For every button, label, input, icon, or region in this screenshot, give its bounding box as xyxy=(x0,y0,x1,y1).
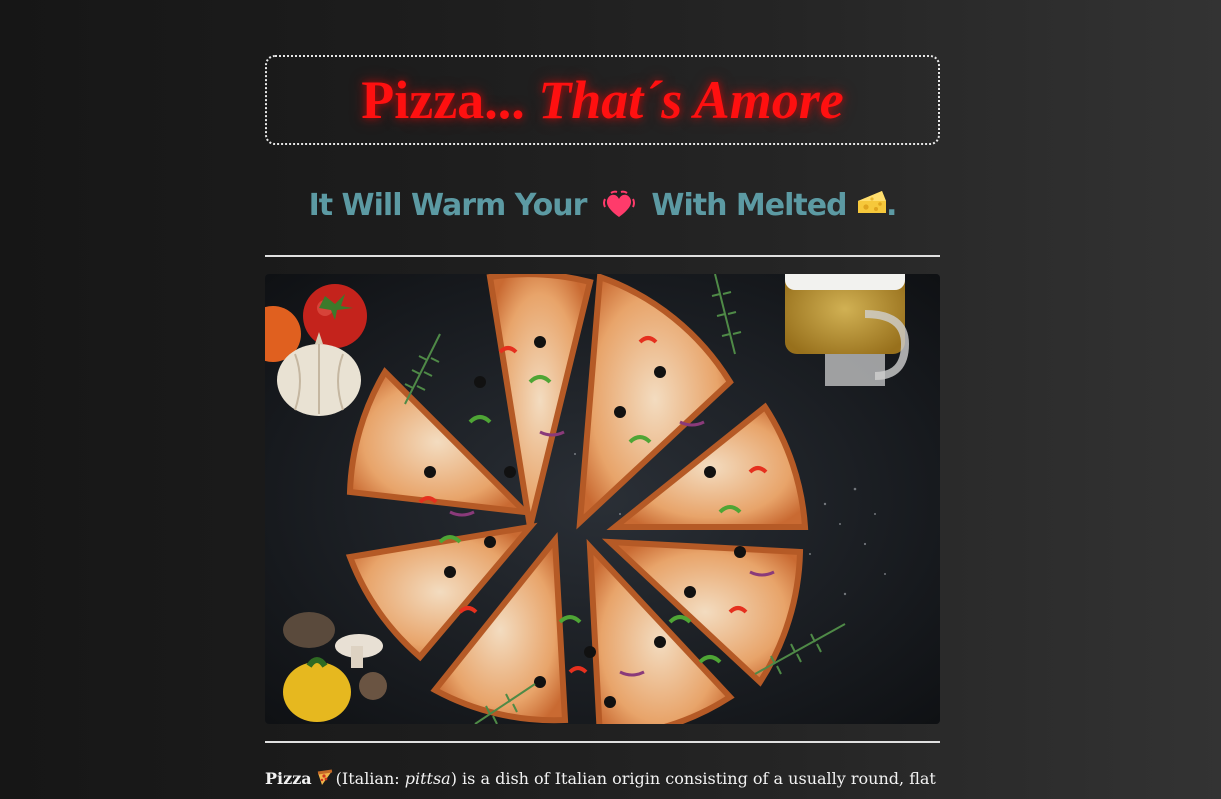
title-main: Pizza... xyxy=(361,70,525,130)
intro-paren-open: (Italian: xyxy=(335,769,405,788)
intro-italic: pittsa xyxy=(404,769,451,788)
page-subtitle: It Will Warm Your With Melted . xyxy=(265,186,940,227)
subtitle-part2: With Melted xyxy=(651,188,847,223)
intro-bold: Pizza xyxy=(265,769,312,788)
title-box: Pizza... That´s Amore xyxy=(265,55,940,145)
intro-rest: ) is a dish of Italian origin consisting… xyxy=(450,769,936,788)
pizza-photo xyxy=(265,274,940,724)
heart-icon xyxy=(602,187,636,227)
intro-paragraph: Pizza (Italian: pittsa) is a dish of Ital… xyxy=(265,766,940,792)
subtitle-part1: It Will Warm Your xyxy=(308,188,588,223)
pizza-slice-icon xyxy=(316,769,334,787)
divider-bottom xyxy=(265,741,940,743)
page-title: Pizza... That´s Amore xyxy=(361,73,843,127)
cheese-icon xyxy=(856,182,886,213)
title-italic: That´s Amore xyxy=(538,70,844,130)
divider-top xyxy=(265,255,940,257)
hero-pizza-image xyxy=(265,274,940,724)
